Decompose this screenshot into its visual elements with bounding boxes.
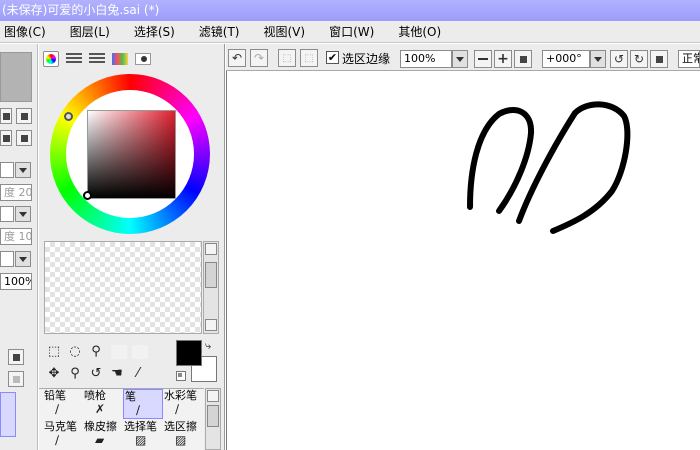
tool-watercolor[interactable]: 水彩笔 ∕ — [163, 389, 203, 419]
scratch-pad-scrollbar[interactable] — [203, 241, 219, 334]
new-layer-button[interactable] — [8, 349, 24, 365]
chevron-down-icon[interactable] — [15, 162, 31, 178]
select-eraser-icon: ▨ — [175, 433, 187, 447]
invert-selection-icon[interactable]: ⬚ — [300, 49, 318, 67]
deselect-icon[interactable]: ⬚ — [278, 49, 296, 67]
param-field-1[interactable]: 度 20 — [0, 184, 32, 201]
navigator-thumbnail — [0, 52, 32, 102]
tool-select-pen[interactable]: 选择笔 ▨ — [123, 420, 163, 450]
tool-eraser[interactable]: 橡皮擦 ▰ — [83, 420, 123, 450]
scratch-pad[interactable] — [44, 241, 202, 334]
rect-select-icon[interactable]: ⬚ — [46, 344, 62, 360]
chevron-down-icon[interactable] — [452, 50, 468, 68]
zoom-field[interactable]: 100% — [400, 50, 452, 68]
tool-select-eraser-label: 选区擦 — [164, 420, 197, 433]
window-title: (未保存)可爱的小白兔.sai (*) — [2, 3, 160, 17]
menu-window[interactable]: 窗口(W) — [329, 23, 374, 40]
stroke-right-ear — [516, 101, 631, 234]
menu-bar: 图像(C) 图层(L) 选择(S) 滤镜(T) 视图(V) 窗口(W) 其他(O… — [0, 21, 700, 43]
menu-layer[interactable]: 图层(L) — [70, 23, 110, 40]
rgb-slider-tab-icon[interactable] — [66, 53, 82, 65]
drawing-strokes — [467, 101, 631, 234]
airbrush-icon: ✗ — [95, 402, 106, 416]
select-pen-icon: ▨ — [135, 433, 147, 447]
color-wheel-tab-icon[interactable] — [43, 51, 59, 67]
tool-marker[interactable]: 马克笔 ∕ — [43, 420, 83, 450]
rotate-icon[interactable]: ↺ — [88, 366, 104, 382]
hsv-slider-tab-icon[interactable] — [89, 53, 105, 65]
rotation-field[interactable]: +000° — [542, 50, 590, 68]
layer-item-selected[interactable] — [0, 392, 16, 437]
rotate-reset-icon[interactable] — [650, 50, 668, 68]
eyedropper-icon[interactable]: ⁄ — [130, 366, 146, 382]
tool-select-eraser[interactable]: 选区擦 ▨ — [163, 420, 203, 450]
tool-pencil-label: 铅笔 — [44, 389, 66, 402]
title-bar: (未保存)可爱的小白兔.sai (*) — [0, 0, 700, 21]
eraser-icon: ▰ — [95, 433, 105, 447]
canvas[interactable] — [226, 71, 700, 450]
chevron-down-icon[interactable] — [15, 206, 31, 222]
tool-grid-scrollbar[interactable] — [205, 388, 221, 450]
hand-icon[interactable]: ☚ — [109, 366, 125, 382]
menu-view[interactable]: 视图(V) — [264, 23, 306, 40]
opacity-field[interactable]: 100% — [0, 273, 32, 290]
empty-slot — [132, 345, 148, 359]
zoom-in-button[interactable] — [0, 108, 12, 124]
scratchpad-tab-icon[interactable] — [135, 53, 151, 65]
swap-colors-icon[interactable]: ⤷ — [205, 340, 217, 352]
tool-airbrush-label: 喷枪 — [84, 389, 106, 402]
zoom-out-icon[interactable] — [474, 50, 492, 68]
blend-mode-select[interactable] — [0, 162, 14, 178]
zoom-reset-icon[interactable] — [514, 50, 532, 68]
texture-select[interactable] — [0, 206, 14, 222]
swatches-tab-icon[interactable] — [112, 53, 128, 65]
tool-brush-label: 笔 — [125, 390, 136, 403]
stroke-left-ear — [467, 107, 534, 214]
menu-image[interactable]: 图像(C) — [4, 23, 46, 40]
marker-icon: ∕ — [55, 433, 60, 447]
menu-select[interactable]: 选择(S) — [134, 23, 175, 40]
tool-brush[interactable]: 笔 ∕ — [123, 389, 163, 419]
canvas-toolbar: ↶ ↷ ⬚ ⬚ ✔ 选区边缘 100% + +000° ↺ ↻ 正常 — [226, 44, 700, 71]
tool-select-pen-label: 选择笔 — [124, 420, 157, 433]
redo-icon[interactable]: ↷ — [250, 49, 268, 67]
new-folder-button[interactable] — [8, 371, 24, 387]
layer-panel: 度 20 度 100 100% — [0, 44, 38, 450]
transparent-color-icon[interactable] — [176, 371, 186, 381]
lasso-icon[interactable]: ◌ — [67, 344, 83, 360]
tool-eraser-label: 橡皮擦 — [84, 420, 117, 433]
rotate-left-icon[interactable]: ↺ — [610, 50, 628, 68]
hue-marker[interactable] — [64, 112, 73, 121]
zoom-out-button[interactable] — [16, 108, 32, 124]
saturation-value-square[interactable] — [87, 110, 176, 199]
reset-view-button[interactable] — [16, 130, 32, 146]
param-field-2[interactable]: 度 100 — [0, 228, 32, 245]
rotate-button[interactable] — [0, 130, 12, 146]
tool-watercolor-label: 水彩笔 — [164, 389, 197, 402]
watercolor-icon: ∕ — [175, 402, 180, 416]
undo-icon[interactable]: ↶ — [228, 49, 246, 67]
menu-filter[interactable]: 滤镜(T) — [199, 23, 240, 40]
chevron-down-icon[interactable] — [15, 251, 31, 267]
magic-wand-icon[interactable]: ⚲ — [88, 344, 104, 360]
main-color-swatch[interactable] — [176, 340, 202, 366]
selection-edge-label: 选区边缘 — [342, 52, 391, 66]
color-panel: ⬚ ◌ ⚲ ✥ ⚲ ↺ ☚ ⁄ ⤷ 铅笔 ∕ 喷枪 ✗ 笔 ∕ 水彩笔 ∕ 马克… — [39, 44, 225, 450]
color-picker-marker[interactable] — [83, 191, 92, 200]
brush-icon: ∕ — [136, 403, 141, 417]
move-icon[interactable]: ✥ — [46, 366, 62, 382]
tool-marker-label: 马克笔 — [44, 420, 77, 433]
menu-other[interactable]: 其他(O) — [398, 23, 441, 40]
display-mode-field[interactable]: 正常 — [678, 50, 700, 68]
selection-edge-checkbox[interactable]: ✔ — [326, 51, 339, 64]
pencil-icon: ∕ — [55, 402, 60, 416]
zoom-in-icon[interactable]: + — [494, 50, 512, 68]
tool-airbrush[interactable]: 喷枪 ✗ — [83, 389, 123, 419]
tool-pencil[interactable]: 铅笔 ∕ — [43, 389, 83, 419]
layer-mode-select[interactable] — [0, 251, 14, 267]
empty-slot — [111, 345, 127, 359]
chevron-down-icon[interactable] — [590, 50, 606, 68]
zoom-icon[interactable]: ⚲ — [67, 366, 83, 382]
rotate-right-icon[interactable]: ↻ — [630, 50, 648, 68]
